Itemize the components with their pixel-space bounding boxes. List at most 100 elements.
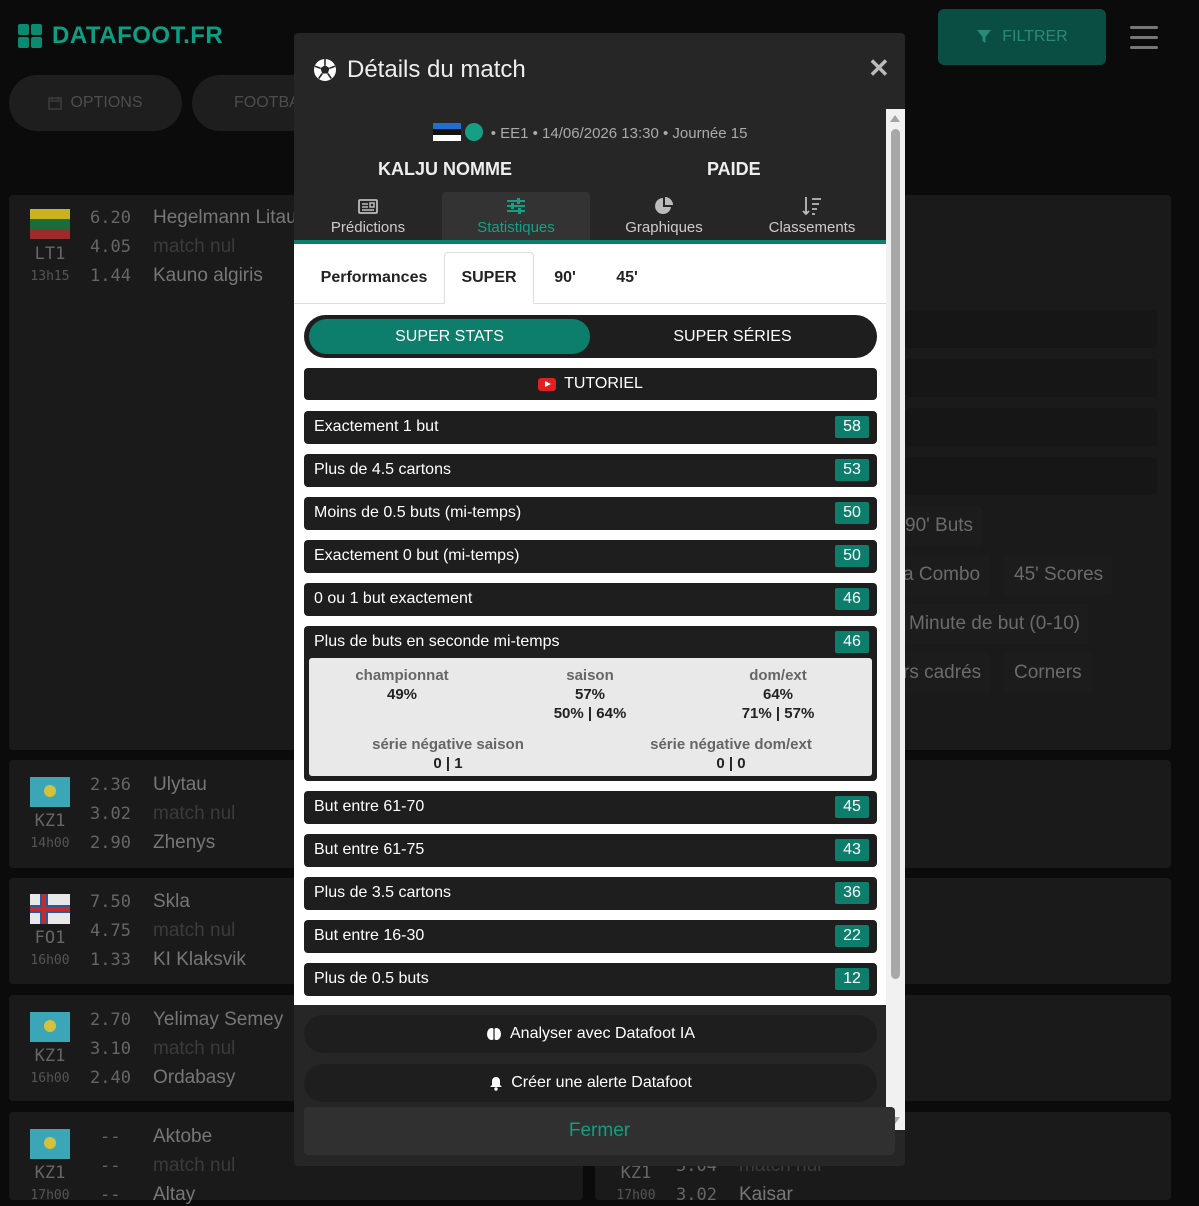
stat-label: Plus de 3.5 cartons [314, 884, 451, 901]
subtab-performances[interactable]: Performances [304, 252, 444, 304]
home-team: Hegelmann Litau [153, 207, 297, 228]
odd-home: 2.70 [90, 1010, 131, 1030]
filler-bar [905, 408, 1157, 446]
filler-bar [905, 359, 1157, 397]
market-chip[interactable]: a Combo [895, 555, 991, 595]
stat-row[interactable]: Plus de 0.5 buts 12 [304, 963, 877, 996]
stat-row[interactable]: But entre 61-70 45 [304, 791, 877, 824]
filter-button[interactable]: FILTRER [938, 9, 1106, 65]
market-chip[interactable]: Minute de but (0-10) [895, 604, 1091, 644]
away-team: KI Klaksvik [153, 949, 246, 970]
stat-row[interactable]: Exactement 0 but (mi-temps) 50 [304, 540, 877, 573]
tab-label: Classements [768, 219, 856, 236]
stat-score: 50 [835, 502, 869, 524]
subtab-90[interactable]: 90' [544, 252, 586, 304]
market-chip[interactable]: 90' Buts [895, 506, 984, 546]
draw-label: match nul [153, 1038, 236, 1059]
scrollbar[interactable] [886, 109, 905, 1130]
detail-value: 49% [386, 686, 418, 703]
home-team: Aktobe [153, 1126, 213, 1147]
away-team: Kaisar [739, 1184, 793, 1205]
modal-header: Détails du match ✕ [294, 33, 905, 109]
create-alert-button[interactable]: Créer une alerte Datafoot [304, 1064, 877, 1102]
detail-value: 0 | 1 [433, 755, 463, 772]
detail-serie-saison: série négative saison 0 | 1 [357, 735, 539, 773]
tab-label: Graphiques [625, 219, 703, 236]
odd-draw: 4.75 [90, 921, 131, 941]
site-logo[interactable]: DATAFOOT.FR [18, 22, 223, 50]
stat-row[interactable]: 0 ou 1 but exactement 46 [304, 583, 877, 616]
draw-label: match nul [153, 803, 236, 824]
close-button[interactable]: Fermer [304, 1107, 895, 1155]
alert-label: Créer une alerte Datafoot [511, 1074, 692, 1091]
detail-value: 64% [762, 686, 794, 703]
stat-detail-panel: championnat 49% saison 57% 50% | 64% dom… [309, 658, 872, 776]
scroll-up-icon[interactable] [890, 115, 900, 122]
league-code: KZ1 [34, 1046, 66, 1066]
stat-score: 45 [835, 796, 869, 818]
detail-header: série négative dom/ext [650, 736, 812, 753]
stat-label: 0 ou 1 but exactement [314, 590, 473, 607]
estonia-flag-icon [432, 123, 461, 141]
bell-icon [490, 1076, 503, 1091]
lithuania-flag-icon [30, 209, 70, 239]
funnel-icon [977, 30, 992, 43]
tab-predictions[interactable]: Prédictions [294, 192, 442, 245]
subtab-super[interactable]: SUPER [444, 252, 534, 304]
options-pill[interactable]: OPTIONS [9, 75, 182, 131]
stat-row[interactable]: Exactement 1 but 58 [304, 411, 877, 444]
kickoff-time: 14h00 [30, 836, 70, 851]
match-details-modal: Détails du match ✕ • EE1 • 14/06/2026 13… [294, 33, 905, 1166]
odd-draw: -- [100, 1156, 121, 1176]
tutorial-button[interactable]: TUTORIEL [304, 368, 877, 400]
tab-classements[interactable]: Classements [738, 192, 886, 245]
kazakhstan-flag-icon [30, 777, 70, 807]
odd-away: 3.02 [676, 1185, 717, 1205]
modal-title: Détails du match [347, 56, 526, 83]
stat-row[interactable]: Moins de 0.5 buts (mi-temps) 50 [304, 497, 877, 530]
detail-split: 71% | 57% [741, 705, 815, 722]
analyze-ai-button[interactable]: Analyser avec Datafoot IA [304, 1015, 877, 1053]
menu-icon[interactable] [1130, 26, 1158, 56]
stat-score: 53 [835, 459, 869, 481]
stat-score: 46 [835, 631, 869, 653]
stat-row[interactable]: Plus de 3.5 cartons 36 [304, 877, 877, 910]
super-series-toggle[interactable]: SUPER SÉRIES [593, 319, 872, 354]
stat-score: 12 [835, 968, 869, 990]
analyze-label: Analyser avec Datafoot IA [510, 1025, 695, 1042]
super-stats-toggle[interactable]: SUPER STATS [309, 319, 590, 354]
away-team: Zhenys [153, 832, 216, 853]
kickoff-time: 17h00 [30, 1188, 70, 1203]
market-chip[interactable]: rs cadrés [895, 653, 992, 693]
odd-away: -- [100, 1185, 121, 1205]
brain-icon [487, 1028, 501, 1040]
clock-icon [464, 123, 483, 141]
subtab-45[interactable]: 45' [606, 252, 648, 304]
tab-statistiques[interactable]: Statistiques [442, 192, 590, 245]
calendar-icon [48, 97, 63, 110]
scrollbar-thumb[interactable] [891, 129, 900, 979]
filter-label: FILTRER [1002, 28, 1068, 45]
close-icon[interactable]: ✕ [868, 53, 890, 84]
stat-row[interactable]: But entre 61-75 43 [304, 834, 877, 867]
market-chip[interactable]: Corners [1004, 653, 1092, 693]
filler-bar [905, 310, 1157, 348]
kickoff-time: 17h00 [616, 1188, 656, 1203]
home-team: Skla [153, 891, 190, 912]
away-team-name: PAIDE [707, 159, 761, 179]
tab-graphiques[interactable]: Graphiques [590, 192, 738, 245]
stat-label: But entre 61-75 [314, 841, 425, 858]
market-chip[interactable]: 45' Scores [1004, 555, 1114, 595]
options-label: OPTIONS [70, 94, 143, 111]
modal-scroll-area[interactable]: • EE1 • 14/06/2026 13:30 • Journée 15 KA… [294, 109, 905, 1130]
away-team: Kauno algiris [153, 265, 263, 286]
odd-away: 2.90 [90, 833, 131, 853]
detail-value: 57% [574, 686, 606, 703]
detail-header: dom/ext [749, 667, 807, 684]
sliders-icon [507, 198, 525, 214]
home-team-name: KALJU NOMME [378, 159, 512, 179]
stat-label: Plus de buts en seconde mi-temps [314, 633, 560, 650]
stat-row[interactable]: Plus de 4.5 cartons 53 [304, 454, 877, 487]
stat-row[interactable]: But entre 16-30 22 [304, 920, 877, 953]
stat-row-expanded[interactable]: Plus de buts en seconde mi-temps 46 champ… [304, 626, 877, 781]
